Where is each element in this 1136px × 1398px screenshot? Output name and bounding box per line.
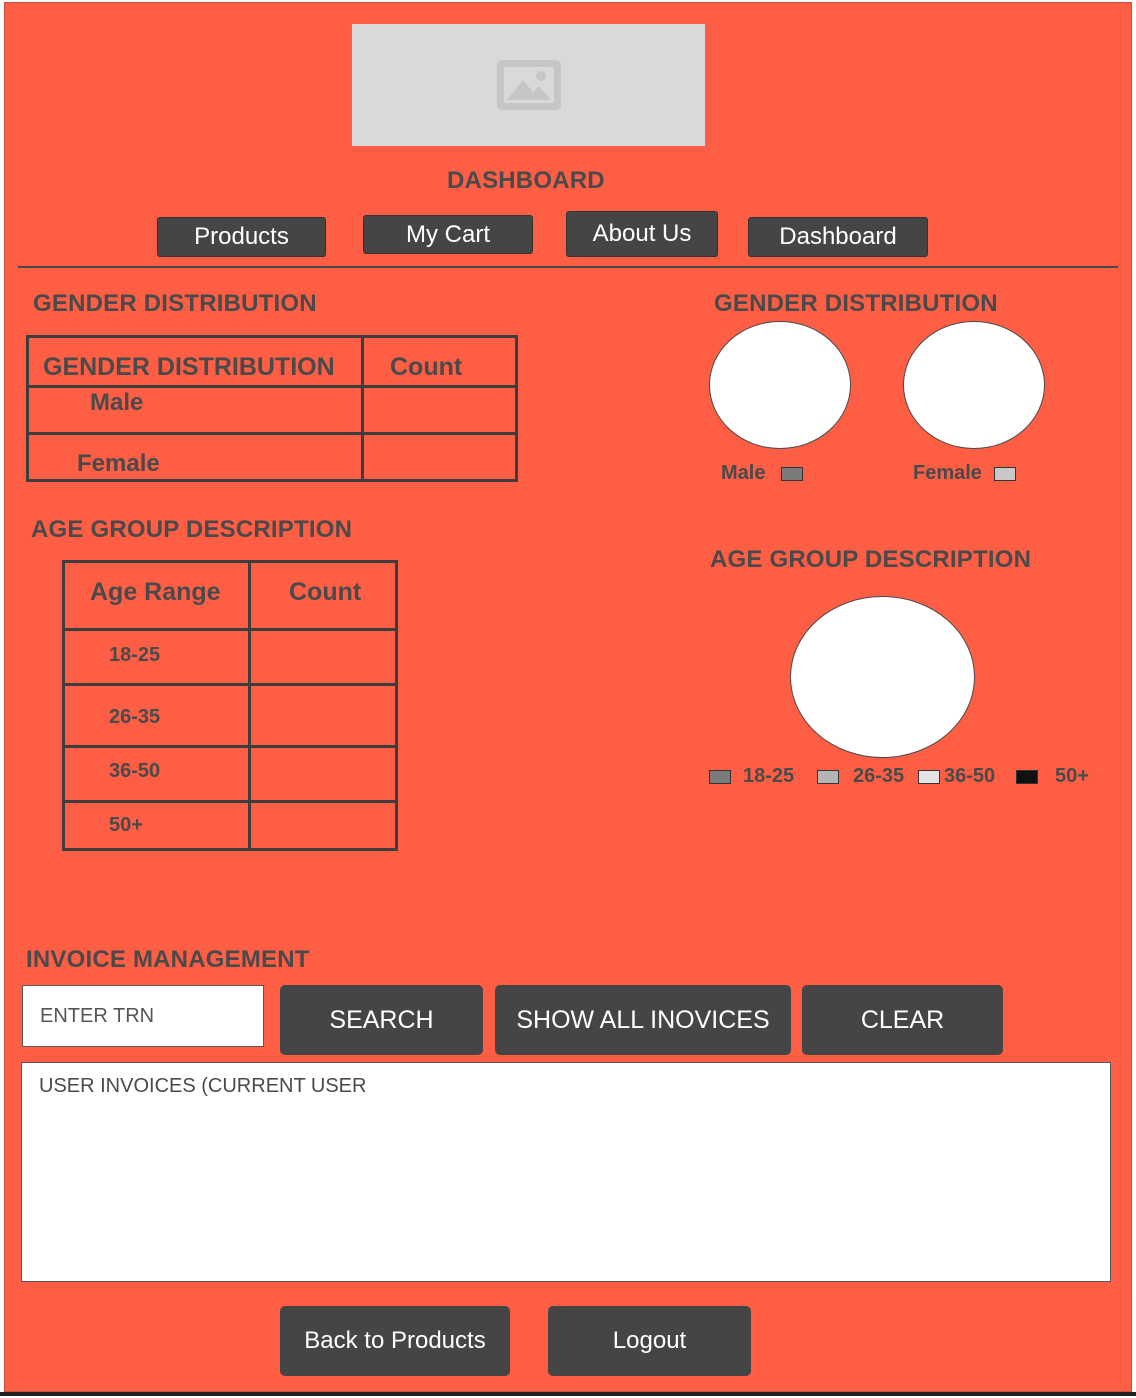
trn-input[interactable] [22,985,264,1047]
age-range-column-header: Age Range [62,560,251,631]
back-to-products-button[interactable]: Back to Products [280,1306,510,1376]
age-table-heading: AGE GROUP DESCRIPTION [31,516,353,543]
age-50-plus-label: 50+ [62,800,251,851]
nav-products-button[interactable]: Products [157,217,326,257]
age-50-plus-legend-swatch [1016,770,1038,784]
table-row: 18-25 [62,628,398,686]
age-pie-chart [790,596,975,758]
age-26-35-label: 26-35 [62,683,251,748]
age-36-50-count [248,745,398,803]
logout-button[interactable]: Logout [548,1306,751,1376]
gender-male-label: Male [26,385,364,435]
male-legend-swatch [781,467,803,481]
count-column-header: Count [248,560,398,631]
logo-placeholder [352,24,705,146]
age-36-50-label: 36-50 [62,745,251,803]
age-26-35-count [248,683,398,748]
age-18-25-legend-swatch [709,770,731,784]
age-18-25-label: 18-25 [62,628,251,686]
clear-button[interactable]: CLEAR [802,985,1003,1055]
gender-female-count [361,432,518,482]
header-divider [18,266,1118,268]
table-row: Female [26,432,518,482]
nav-dashboard-button[interactable]: Dashboard [748,217,928,257]
image-placeholder-icon [496,60,561,110]
gender-male-count [361,385,518,435]
age-36-50-legend-label: 36-50 [944,765,996,787]
search-button[interactable]: SEARCH [280,985,483,1055]
age-18-25-legend-label: 18-25 [743,765,795,787]
bottom-border [0,1392,1136,1396]
gender-column-header: GENDER DISTRIBUTION [26,335,364,388]
female-legend-swatch [994,467,1016,481]
age-chart-heading: AGE GROUP DESCRIPTION [710,546,1032,573]
gender-female-label: Female [26,432,364,482]
age-26-35-legend-label: 26-35 [853,765,905,787]
female-pie-chart [903,321,1045,449]
gender-chart-heading: GENDER DISTRIBUTION [714,290,998,317]
invoice-heading: INVOICE MANAGEMENT [26,946,310,973]
age-36-50-legend-swatch [918,770,940,784]
male-legend-label: Male [721,462,766,484]
table-row: 26-35 [62,683,398,748]
age-18-25-count [248,628,398,686]
show-all-invoices-button[interactable]: SHOW ALL INOVICES [495,985,791,1055]
age-group-table: Age Range Count 18-25 26-35 36-50 50+ [62,560,398,851]
male-pie-chart [709,321,851,449]
invoice-results-text: USER INVOICES (CURRENT USER [39,1075,367,1097]
count-column-header: Count [361,335,518,388]
table-row: 50+ [62,800,398,851]
invoice-results-area[interactable]: USER INVOICES (CURRENT USER [21,1062,1111,1282]
nav-about-us-button[interactable]: About Us [566,211,718,257]
page-title: DASHBOARD [447,167,605,194]
table-row: Male [26,385,518,435]
age-50-plus-legend-label: 50+ [1055,765,1089,787]
age-26-35-legend-swatch [817,770,839,784]
gender-distribution-table: GENDER DISTRIBUTION Count Male Female [26,335,518,482]
female-legend-label: Female [913,462,982,484]
age-50-plus-count [248,800,398,851]
table-row: 36-50 [62,745,398,803]
nav-my-cart-button[interactable]: My Cart [363,215,533,254]
gender-table-heading: GENDER DISTRIBUTION [33,290,317,317]
